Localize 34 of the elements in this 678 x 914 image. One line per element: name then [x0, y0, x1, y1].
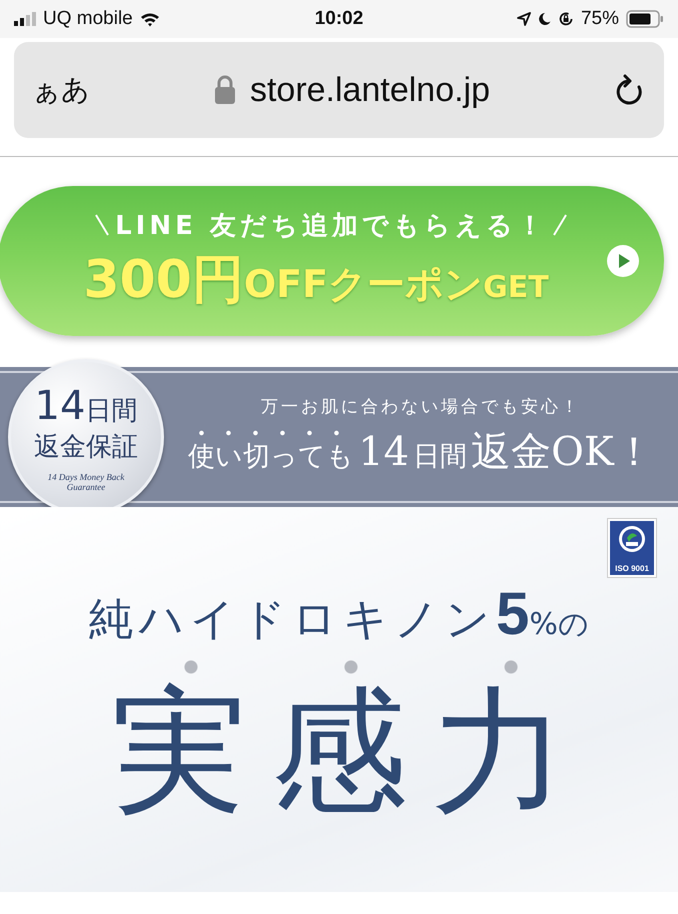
- iso-label: ISO 9001: [615, 564, 649, 573]
- coupon-offer-text: GET: [483, 270, 549, 304]
- wifi-icon: [140, 12, 160, 26]
- signal-icon: [14, 12, 36, 26]
- seal-caption: 14 Days Money Back Guarantee: [46, 472, 126, 492]
- rotation-lock-icon: [558, 11, 574, 27]
- hero-heading: 純ハイドロキノン: [89, 593, 496, 647]
- seal-unit: 日間: [85, 394, 138, 428]
- address-bar[interactable]: ぁあ store.lantelno.jp: [14, 42, 664, 138]
- battery-icon: [626, 10, 664, 28]
- battery-percent: 75%: [580, 8, 619, 30]
- carrier-name: UQ mobile: [43, 8, 133, 30]
- play-icon: [606, 244, 640, 278]
- moon-icon: [538, 12, 551, 26]
- slash-icon: [95, 214, 110, 236]
- guarantee-headline: 返金OK！: [471, 428, 654, 477]
- hero-heading: %の: [529, 606, 589, 644]
- seal-number: 14: [34, 382, 86, 428]
- certification-emblem-icon: [617, 524, 647, 554]
- coupon-offer-text: OFFクーポン: [244, 260, 484, 308]
- location-icon: [516, 12, 531, 26]
- clock-time: 10:02: [314, 8, 364, 30]
- coupon-offer-text: 300円: [83, 248, 244, 312]
- seal-title: 返金保証: [34, 430, 138, 464]
- reload-icon[interactable]: [614, 73, 644, 107]
- slash-icon: [552, 214, 567, 236]
- lock-icon: [214, 75, 236, 105]
- hero-heading: 5: [496, 579, 530, 648]
- guarantee-subtitle: 万一お肌に合わない場合でも安心！: [261, 396, 581, 418]
- banner-tagline: LINE 友だち追加でもらえる！: [115, 210, 547, 242]
- guarantee-headline: 14: [358, 429, 410, 475]
- guarantee-headline: 日間: [413, 440, 468, 474]
- url-text: store.lantelno.jp: [250, 70, 490, 110]
- text-size-button[interactable]: ぁあ: [32, 71, 90, 109]
